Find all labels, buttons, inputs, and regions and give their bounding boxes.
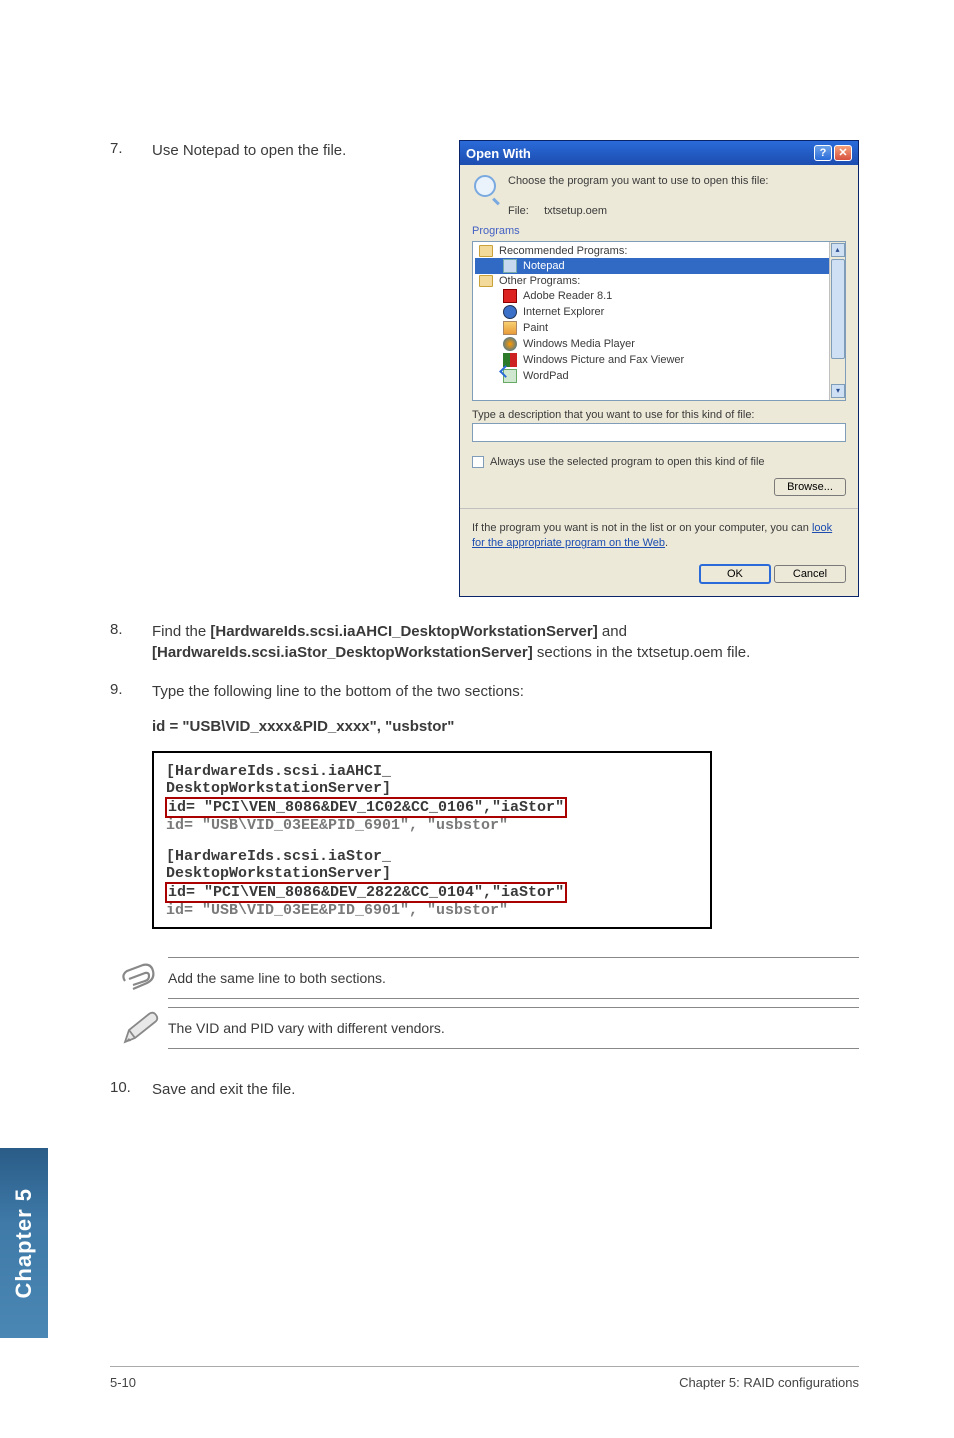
open-with-dialog: Open With ? ✕ Choose the program you wan…: [459, 140, 859, 597]
scrollbar[interactable]: ▴ ▾: [829, 242, 845, 400]
note-1-text: Add the same line to both sections.: [168, 958, 859, 998]
pencil-icon: [119, 1008, 159, 1048]
web-link-text: If the program you want is not in the li…: [472, 521, 846, 552]
step-9-number: 9.: [110, 681, 152, 702]
step-8-text: Find the [HardwareIds.scsi.iaAHCI_Deskto…: [152, 621, 859, 663]
file-name: txtsetup.oem: [544, 205, 607, 217]
folder-icon: [479, 245, 493, 257]
step-10-number: 10.: [110, 1079, 152, 1100]
step-9-code: id = "USB\VID_xxxx&PID_xxxx", "usbstor": [152, 716, 859, 737]
folder-icon: [479, 275, 493, 287]
program-wmp[interactable]: Windows Media Player: [475, 336, 843, 352]
paint-icon: [503, 321, 517, 335]
page-number: 5-10: [110, 1375, 136, 1390]
ok-button[interactable]: OK: [699, 564, 771, 584]
code-block: [HardwareIds.scsi.iaAHCI_ DesktopWorksta…: [152, 751, 712, 929]
step-10-text: Save and exit the file.: [152, 1079, 859, 1100]
footer-title: Chapter 5: RAID configurations: [679, 1375, 859, 1390]
scroll-down-icon[interactable]: ▾: [831, 384, 845, 398]
browse-button[interactable]: Browse...: [774, 478, 846, 496]
program-wordpad[interactable]: WordPad: [475, 368, 843, 384]
help-button[interactable]: ?: [814, 145, 832, 161]
chapter-tab: Chapter 5: [0, 1148, 48, 1338]
highlighted-line-2: id= "PCI\VEN_8086&DEV_2822&CC_0104","iaS…: [165, 882, 567, 903]
cancel-button[interactable]: Cancel: [774, 565, 846, 583]
always-checkbox[interactable]: [472, 456, 484, 468]
program-notepad[interactable]: Notepad: [475, 258, 843, 274]
wmp-icon: [503, 337, 517, 351]
step-7-number: 7.: [110, 140, 152, 161]
recommended-folder[interactable]: Recommended Programs:: [475, 244, 843, 258]
programs-listbox[interactable]: Recommended Programs: Notepad Other Prog…: [472, 241, 846, 401]
programs-label: Programs: [472, 225, 846, 237]
step-8-number: 8.: [110, 621, 152, 663]
choose-text: Choose the program you want to use to op…: [508, 175, 769, 187]
notepad-icon: [503, 259, 517, 273]
description-label: Type a description that you want to use …: [472, 409, 846, 421]
other-folder[interactable]: Other Programs:: [475, 274, 843, 288]
titlebar[interactable]: Open With ? ✕: [460, 141, 858, 165]
ie-icon: [503, 305, 517, 319]
step-9-text: Type the following line to the bottom of…: [152, 681, 859, 702]
wordpad-icon: [503, 369, 517, 383]
scroll-thumb[interactable]: [831, 259, 845, 359]
highlighted-line-1: id= "PCI\VEN_8086&DEV_1C02&CC_0106","iaS…: [165, 797, 567, 818]
description-input[interactable]: [472, 423, 846, 442]
file-label: File:: [508, 205, 529, 217]
program-picfax[interactable]: Windows Picture and Fax Viewer: [475, 352, 843, 368]
always-label: Always use the selected program to open …: [490, 456, 765, 468]
program-ie[interactable]: Internet Explorer: [475, 304, 843, 320]
paperclip-icon: [119, 961, 159, 995]
note-2-text: The VID and PID vary with different vend…: [168, 1008, 859, 1048]
program-paint[interactable]: Paint: [475, 320, 843, 336]
magnifier-icon: [472, 173, 500, 201]
program-adobe[interactable]: Adobe Reader 8.1: [475, 288, 843, 304]
scroll-up-icon[interactable]: ▴: [831, 243, 845, 257]
adobe-icon: [503, 289, 517, 303]
dialog-title: Open With: [466, 146, 812, 161]
close-button[interactable]: ✕: [834, 145, 852, 161]
page-footer: 5-10 Chapter 5: RAID configurations: [110, 1366, 859, 1390]
